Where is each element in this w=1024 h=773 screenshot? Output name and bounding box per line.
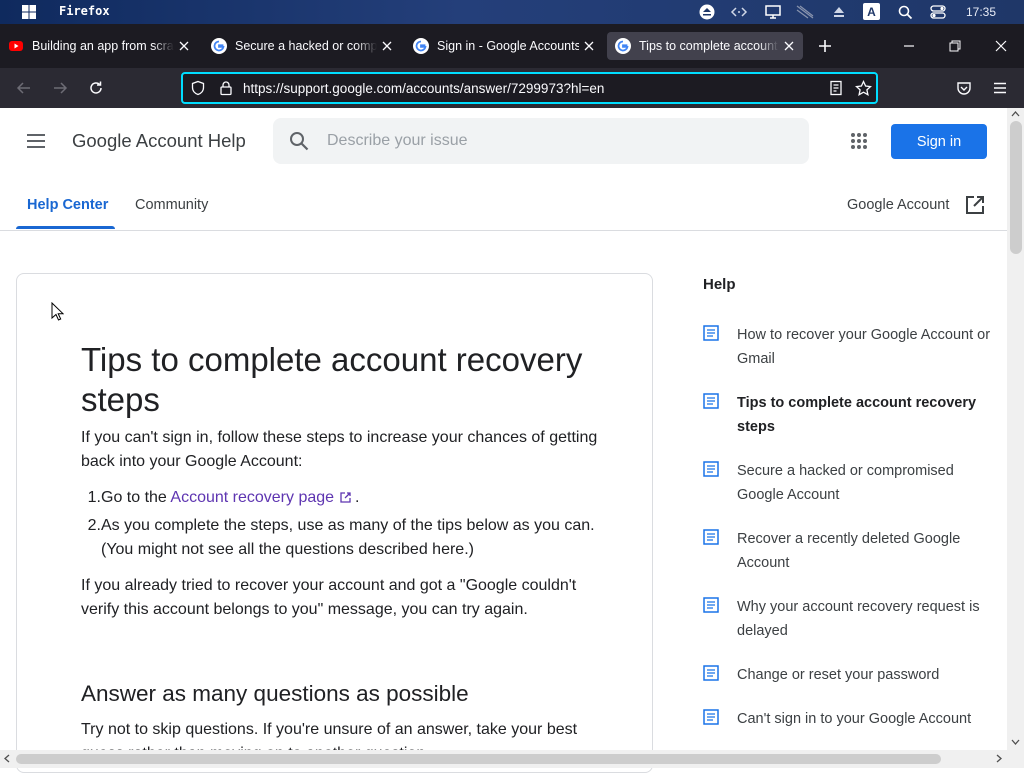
article-icon	[703, 665, 719, 681]
close-tab-icon[interactable]	[781, 38, 797, 54]
browser-tab[interactable]: Sign in - Google Accounts	[405, 32, 603, 60]
browser-toolbar: https://support.google.com/accounts/answ…	[0, 68, 1024, 108]
new-tab-icon[interactable]	[817, 38, 833, 54]
tab-community[interactable]: Community	[135, 197, 208, 213]
display-icon[interactable]	[764, 3, 782, 21]
sidebar-item[interactable]: Secure a hacked or compromised Google Ac…	[703, 461, 1003, 509]
browser-tab[interactable]: Secure a hacked or compromised Google Ac…	[203, 32, 401, 60]
article-title: Tips to complete account recovery steps	[81, 341, 583, 418]
scroll-down-icon[interactable]	[1011, 739, 1020, 745]
windows-start-icon[interactable]	[22, 5, 36, 19]
lock-icon[interactable]	[218, 80, 234, 96]
toggle-settings-icon[interactable]	[929, 3, 947, 21]
google-icon	[211, 38, 227, 54]
close-window-icon[interactable]	[978, 24, 1024, 68]
open-in-new-icon[interactable]	[965, 195, 985, 215]
mouse-cursor-icon	[51, 302, 64, 322]
sidebar-item[interactable]: Why your account recovery request is del…	[703, 597, 1003, 645]
search-input[interactable]	[327, 118, 797, 164]
forward-arrow-icon[interactable]	[48, 76, 72, 100]
tab-help-center[interactable]: Help Center	[27, 197, 108, 213]
reader-view-icon[interactable]	[828, 80, 844, 96]
account-recovery-link[interactable]: Account recovery page	[170, 489, 334, 506]
article-icon	[703, 461, 719, 477]
reload-icon[interactable]	[84, 76, 108, 100]
tab-title: Building an app from scratch	[32, 39, 174, 53]
shield-icon[interactable]	[190, 80, 206, 96]
pocket-icon[interactable]	[952, 76, 976, 100]
sidebar-heading: Help	[703, 276, 736, 293]
article-card: Tips to complete account recovery steps …	[16, 273, 653, 773]
sidebar-item-current[interactable]: Tips to complete account recovery steps	[703, 393, 1003, 441]
tab-title: Tips to complete account recovery steps	[639, 39, 779, 53]
section-heading: Answer as many questions as possible	[81, 681, 469, 706]
site-title[interactable]: Google Account Help	[72, 130, 246, 152]
scroll-up-icon[interactable]	[1011, 111, 1020, 117]
article-icon	[703, 529, 719, 545]
active-tab-indicator	[16, 226, 115, 229]
eject-icon[interactable]	[698, 3, 716, 21]
sidebar-item[interactable]: How to recover your Google Account or Gm…	[703, 325, 1003, 373]
retry-paragraph: If you already tried to recover your acc…	[81, 577, 577, 618]
article-icon	[703, 325, 719, 341]
scroll-left-icon[interactable]	[4, 754, 10, 763]
bookmark-star-icon[interactable]	[855, 80, 872, 97]
active-app-name: Firefox	[59, 4, 110, 18]
scroll-right-icon[interactable]	[996, 754, 1002, 763]
os-taskbar: Firefox A 17:35	[0, 0, 1024, 24]
tab-title: Sign in - Google Accounts	[437, 39, 579, 53]
article-icon	[703, 597, 719, 613]
close-tab-icon[interactable]	[176, 38, 192, 54]
hamburger-menu-icon[interactable]	[26, 132, 46, 150]
url-text: https://support.google.com/accounts/answ…	[243, 81, 605, 96]
minimize-window-icon[interactable]	[886, 24, 932, 68]
vertical-scroll-thumb[interactable]	[1010, 121, 1022, 254]
browser-tab-strip: Building an app from scratch Secure a ha…	[0, 24, 1024, 68]
article-intro: If you can't sign in, follow these steps…	[81, 429, 598, 470]
keyboard-layout-indicator[interactable]: A	[863, 3, 880, 20]
article-icon	[703, 709, 719, 725]
google-icon	[615, 38, 631, 54]
google-icon	[413, 38, 429, 54]
url-bar[interactable]: https://support.google.com/accounts/answ…	[181, 72, 878, 104]
restore-window-icon[interactable]	[932, 24, 978, 68]
horizontal-scroll-thumb[interactable]	[16, 754, 941, 764]
search-box[interactable]	[273, 118, 809, 164]
external-link-icon	[340, 492, 351, 503]
network-off-icon[interactable]	[796, 3, 814, 21]
code-icon[interactable]	[730, 3, 748, 21]
apps-grid-icon[interactable]	[850, 132, 868, 150]
close-tab-icon[interactable]	[581, 38, 597, 54]
article-icon	[703, 393, 719, 409]
tab-title: Secure a hacked or compromised Google Ac…	[235, 39, 377, 53]
help-center-header: Google Account Help Sign in Help Center …	[0, 108, 1007, 231]
youtube-icon	[8, 38, 24, 54]
system-clock: 17:35	[966, 5, 997, 19]
browser-tab-active[interactable]: Tips to complete account recovery steps	[607, 32, 803, 60]
search-icon[interactable]	[289, 131, 309, 151]
browser-tab[interactable]: Building an app from scratch	[0, 32, 198, 60]
sidebar-item[interactable]: Can't sign in to your Google Account	[703, 709, 1003, 733]
app-menu-icon[interactable]	[988, 76, 1012, 100]
google-account-link[interactable]: Google Account	[847, 197, 949, 213]
back-arrow-icon[interactable]	[12, 76, 36, 100]
search-icon[interactable]	[896, 3, 914, 21]
sidebar-item[interactable]: Recover a recently deleted Google Accoun…	[703, 529, 1003, 577]
sign-in-button[interactable]: Sign in	[891, 124, 987, 159]
sidebar-item[interactable]: Change or reset your password	[703, 665, 1003, 689]
close-tab-icon[interactable]	[379, 38, 395, 54]
upload-icon[interactable]	[830, 3, 848, 21]
